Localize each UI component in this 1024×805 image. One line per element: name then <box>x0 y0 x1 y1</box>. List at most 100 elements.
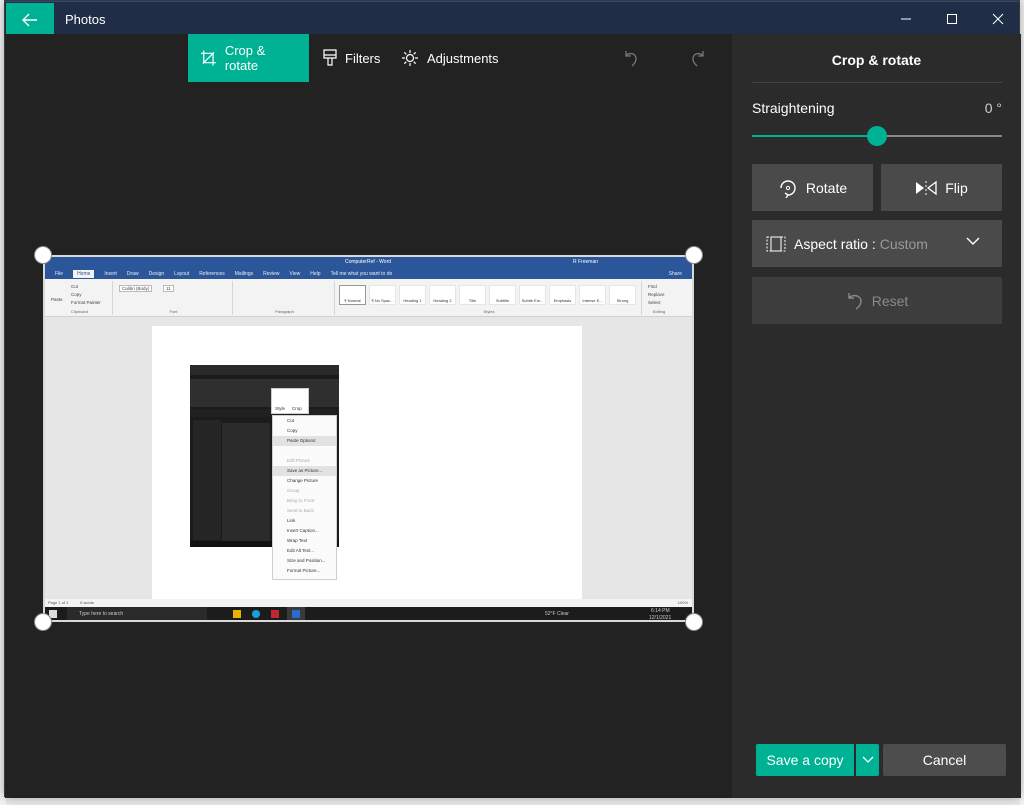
minimize-button[interactable] <box>883 2 929 35</box>
brightness-icon <box>402 50 418 66</box>
word-title-bar: ComputerRef - Word R Freeman <box>45 257 692 268</box>
word-ribbon: Paste Cut Copy Format Painter Clipboard … <box>45 279 692 317</box>
rotate-button[interactable]: Rotate <box>752 164 873 211</box>
word-group-font: Calibri (Body) 11 Font <box>115 281 233 315</box>
word-group-clipboard: Paste Cut Copy Format Painter Clipboard <box>47 281 113 315</box>
redo-icon <box>692 51 704 67</box>
taskbar-search: Type here to search <box>79 611 124 617</box>
word-style-item: Emphasis <box>549 285 576 305</box>
reset-button[interactable]: Reset <box>752 277 1002 324</box>
aspect-ratio-dropdown[interactable]: Aspect ratio : Custom <box>752 220 1002 267</box>
back-button[interactable] <box>6 3 54 36</box>
photo-preview[interactable]: ComputerRef - Word R Freeman File Home I… <box>43 255 694 622</box>
undo-button[interactable] <box>617 44 645 72</box>
flip-label: Flip <box>945 179 968 196</box>
panel-title: Crop & rotate <box>831 52 922 68</box>
context-menu-item: Wrap Text <box>287 538 308 543</box>
mini-toolbar: Style Crop <box>271 388 309 414</box>
straightening-slider-fill <box>752 135 877 137</box>
photos-window: Photos Crop & rotate Filters Adjustments <box>4 0 1021 798</box>
file-explorer-icon <box>233 610 241 618</box>
word-style-item: Subtitle <box>489 285 516 305</box>
close-button[interactable] <box>975 2 1021 35</box>
word-status-bar: Page 1 of 1 0 words 100% <box>45 599 692 607</box>
app-title: Photos <box>65 12 106 27</box>
aspect-ratio-icon <box>766 236 786 251</box>
filter-brush-icon <box>323 49 337 66</box>
word-tab: View <box>289 270 301 277</box>
taskbar-date: 12/1/2021 <box>649 615 672 621</box>
word-group-label: Editing <box>652 309 666 314</box>
straightening-slider-thumb[interactable] <box>867 126 887 146</box>
flip-button[interactable]: Flip <box>881 164 1002 211</box>
word-group-styles: ¶ Normal ¶ No Spac... Heading 1 Heading 2 Ti… <box>337 281 642 315</box>
word-style-item: ¶ No Spac... <box>369 285 396 305</box>
word-group-label: Styles <box>483 309 495 314</box>
word-tab: File <box>55 270 64 277</box>
cancel-button[interactable]: Cancel <box>883 744 1006 776</box>
tab-crop-rotate[interactable]: Crop & rotate <box>188 34 309 82</box>
crop-rotate-panel: Crop & rotate Straightening 0 ° Rotate F… <box>732 34 1021 798</box>
context-menu-item: Cut <box>287 418 295 423</box>
word-style-item: Strong <box>609 285 636 305</box>
redo-button[interactable] <box>684 44 712 72</box>
word-paste: Paste <box>51 297 63 302</box>
save-options-dropdown[interactable] <box>856 744 879 776</box>
straightening-value: 0 ° <box>984 100 1002 116</box>
word-find: Find <box>648 284 657 289</box>
context-menu-item: Size and Position... <box>287 558 326 563</box>
word-tab: Layout <box>174 270 190 277</box>
panel-divider <box>752 82 1002 83</box>
word-tab: Draw <box>126 270 139 277</box>
windows-taskbar: Type here to search 52°F Clear 6:14 PM 1… <box>45 607 692 621</box>
word-group-label: Clipboard <box>70 309 89 314</box>
maximize-icon <box>947 13 957 24</box>
word-ribbon-tabs: File Home Insert Draw Design Layout Refe… <box>45 268 692 279</box>
context-menu-item: Send to Back <box>287 508 314 513</box>
crop-handle-top-right[interactable] <box>685 246 703 264</box>
word-context-menu: Cut Copy Paste Options: Edit Picture Save as… <box>272 415 337 580</box>
tab-filters-label: Filters <box>345 50 381 66</box>
aspect-ratio-value: Custom <box>879 235 928 252</box>
minimize-icon <box>901 18 911 19</box>
edge-icon <box>252 610 260 618</box>
reset-label: Reset <box>871 292 909 309</box>
crop-handle-bottom-left[interactable] <box>34 613 52 631</box>
crop-handle-bottom-right[interactable] <box>685 613 703 631</box>
word-tab: Help <box>310 270 321 277</box>
context-menu-item: Insert Caption... <box>287 528 319 533</box>
edit-toolbar: Crop & rotate Filters Adjustments <box>5 34 732 82</box>
aspect-ratio-label: Aspect ratio : <box>794 235 876 252</box>
maximize-button[interactable] <box>929 2 975 35</box>
word-title: ComputerRef - Word <box>345 259 392 265</box>
mini-toolbar-style: Style <box>275 406 286 411</box>
taskbar-time: 6:14 PM <box>651 608 670 614</box>
context-menu-item: Save as Picture... <box>273 466 336 476</box>
context-menu-item: Group <box>287 488 300 493</box>
arrow-left-icon <box>22 13 37 26</box>
tab-filters[interactable]: Filters <box>311 34 392 82</box>
flip-icon <box>916 180 937 195</box>
straightening-label: Straightening <box>752 100 835 116</box>
editing-canvas: Crop & rotate Filters Adjustments Comput… <box>5 34 732 798</box>
word-select: Select <box>648 300 661 305</box>
context-menu-item: Paste Options: <box>273 436 336 446</box>
tab-crop-rotate-label: Crop & rotate <box>224 43 266 73</box>
tab-adjustments[interactable]: Adjustments <box>389 34 511 82</box>
word-group-label: Font <box>169 309 178 314</box>
word-style-item: Subtle Em... <box>519 285 546 305</box>
chevron-down-icon <box>966 237 980 245</box>
word-share: Share <box>668 270 682 277</box>
crop-handle-top-left[interactable] <box>34 246 52 264</box>
word-tab: References <box>199 270 225 277</box>
rotate-label: Rotate <box>805 179 848 196</box>
word-tab: Design <box>148 270 165 277</box>
word-style-item: ¶ Normal <box>339 285 366 305</box>
word-tab: Review <box>263 270 280 277</box>
context-menu-item: Format Picture... <box>287 568 321 573</box>
straightening-slider[interactable] <box>752 126 1002 146</box>
mini-toolbar-crop: Crop <box>292 406 302 411</box>
cancel-label: Cancel <box>922 752 967 768</box>
context-menu-item: Edit Alt Text... <box>287 548 315 553</box>
save-copy-button[interactable]: Save a copy <box>756 744 854 776</box>
